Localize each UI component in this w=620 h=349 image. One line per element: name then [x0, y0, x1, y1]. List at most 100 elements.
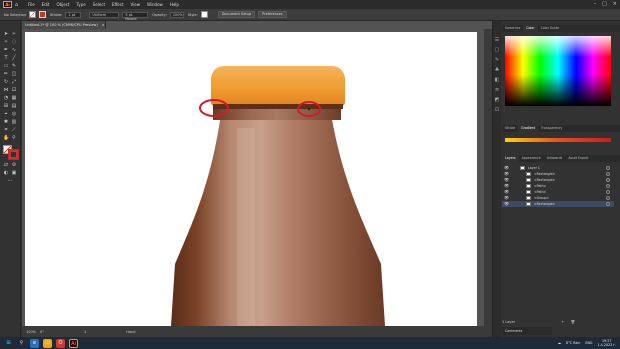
- brush-dropdown[interactable]: 5 pt. Round: [122, 11, 149, 21]
- rectangle-tool-icon[interactable]: ▭: [3, 63, 9, 69]
- paintbrush-icon[interactable]: ✎: [11, 63, 17, 69]
- more-tools-icon[interactable]: ⋯: [7, 178, 13, 184]
- pathfinder-icon[interactable]: ◩: [494, 97, 500, 103]
- screen-mode-icon[interactable]: ▣: [11, 170, 17, 176]
- tab-layers[interactable]: Layers: [502, 155, 519, 162]
- edge-icon[interactable]: e: [30, 338, 39, 348]
- illustrator-taskbar-icon[interactable]: Ai: [69, 338, 78, 348]
- file-explorer-icon[interactable]: ▭: [43, 338, 52, 348]
- minimize-icon[interactable]: –: [594, 1, 597, 7]
- clock[interactable]: 19:57 1.4.2023 г.: [597, 339, 616, 347]
- draw-mode-icon[interactable]: ◐: [3, 170, 9, 176]
- swap-colors-icon[interactable]: ⇄: [3, 162, 9, 168]
- menu-file[interactable]: File: [28, 2, 35, 7]
- blend-tool-icon[interactable]: ◎: [11, 111, 17, 117]
- home-icon[interactable]: ⌂: [15, 2, 22, 8]
- tab-close-icon[interactable]: ×: [102, 23, 105, 27]
- zoom-level[interactable]: 100%: [26, 330, 36, 334]
- fill-swatch[interactable]: [29, 11, 37, 18]
- mesh-tool-icon[interactable]: ⊞: [3, 103, 9, 109]
- tab-stroke[interactable]: Stroke: [502, 125, 518, 132]
- slice-tool-icon[interactable]: ⟋: [11, 127, 17, 133]
- eraser-icon[interactable]: ◫: [11, 71, 17, 77]
- none-color-icon[interactable]: ⊘: [11, 162, 17, 168]
- perspective-grid-icon[interactable]: ▦: [11, 95, 17, 101]
- brushes-icon[interactable]: ✎: [494, 57, 500, 63]
- opera-icon[interactable]: O: [56, 338, 65, 348]
- comments-tab[interactable]: Comments: [502, 327, 552, 335]
- variable-width-dropdown[interactable]: Uniform: [89, 11, 120, 18]
- line-tool-icon[interactable]: ╱: [11, 55, 17, 61]
- direct-selection-tool-icon[interactable]: ➢: [11, 31, 17, 37]
- menu-type[interactable]: Type: [76, 2, 85, 7]
- artboard-canvas[interactable]: [25, 32, 477, 326]
- gradient-slider[interactable]: [505, 138, 611, 142]
- close-icon[interactable]: ×: [613, 1, 617, 7]
- artboard-tool-icon[interactable]: ⌗: [3, 127, 9, 133]
- transform-icon[interactable]: ⊡: [494, 107, 500, 113]
- menu-window[interactable]: Window: [147, 2, 163, 7]
- preferences-button[interactable]: Preferences: [258, 11, 287, 18]
- menu-edit[interactable]: Edit: [42, 2, 50, 7]
- selection-tool-icon[interactable]: ➤: [3, 31, 9, 37]
- target-icon[interactable]: [606, 184, 610, 188]
- hand-tool-icon[interactable]: ✋: [3, 135, 9, 141]
- libraries-icon[interactable]: ▢: [494, 47, 500, 53]
- rotation-value[interactable]: 0°: [40, 330, 44, 334]
- menu-effect[interactable]: Effect: [112, 2, 124, 7]
- target-icon[interactable]: [606, 190, 610, 194]
- menu-help[interactable]: Help: [170, 2, 179, 7]
- tab-gradient[interactable]: Gradient: [518, 125, 539, 132]
- target-icon[interactable]: [606, 202, 610, 206]
- menu-select[interactable]: Select: [93, 2, 105, 7]
- tab-appearance[interactable]: Appearance: [519, 155, 544, 162]
- rotate-icon[interactable]: ↻: [3, 79, 9, 85]
- start-icon[interactable]: ⊞: [4, 338, 13, 348]
- align-icon[interactable]: ≡: [494, 87, 500, 93]
- graphic-styles-icon[interactable]: ◧: [494, 77, 500, 83]
- tab-transparency[interactable]: Transparency: [538, 125, 565, 132]
- layer-row-selected[interactable]: 👁 <Rectangle>: [502, 201, 614, 207]
- menu-view[interactable]: View: [131, 2, 141, 7]
- document-tab[interactable]: Untitled-1* @ 100 % (CMYK/CPU Preview) ×: [22, 21, 106, 29]
- tab-color-guide[interactable]: Color Guide: [538, 25, 563, 32]
- graph-tool-icon[interactable]: ▥: [11, 119, 17, 125]
- opacity-field[interactable]: 100%: [169, 11, 184, 18]
- pencil-icon[interactable]: ✏: [3, 71, 9, 77]
- magic-wand-icon[interactable]: ✧: [3, 39, 9, 45]
- zoom-tool-icon[interactable]: ⚲: [11, 135, 17, 141]
- stroke-color-icon[interactable]: [8, 149, 19, 160]
- weather-icon[interactable]: ☁: [558, 341, 561, 345]
- lasso-icon[interactable]: ◌: [11, 39, 17, 45]
- color-spectrum[interactable]: [505, 36, 611, 106]
- stroke-swatch[interactable]: [39, 11, 47, 18]
- tab-asset-export[interactable]: Asset Export: [565, 155, 591, 162]
- free-transform-icon[interactable]: ⊡: [11, 87, 17, 93]
- symbols-icon[interactable]: ♣: [494, 67, 500, 73]
- properties-icon[interactable]: ☰: [494, 37, 500, 43]
- new-layer-icon[interactable]: ＋: [561, 320, 565, 325]
- eyedropper-icon[interactable]: ⌖: [3, 111, 9, 117]
- stroke-weight-field[interactable]: 1 pt: [65, 11, 82, 18]
- tab-artboards[interactable]: Artboards: [544, 155, 566, 162]
- tab-swatches[interactable]: Swatches: [502, 25, 523, 32]
- delete-layer-icon[interactable]: 🗑: [571, 320, 575, 324]
- menu-object[interactable]: Object: [56, 2, 69, 7]
- width-tool-icon[interactable]: ⋈: [3, 87, 9, 93]
- pen-tool-icon[interactable]: ✒: [3, 47, 9, 53]
- symbol-sprayer-icon[interactable]: ✱: [3, 119, 9, 125]
- search-icon[interactable]: ⚲: [17, 339, 26, 348]
- maximize-icon[interactable]: □: [602, 1, 607, 7]
- artboard-navigation[interactable]: 1: [84, 330, 86, 334]
- vertical-scrollbar[interactable]: [484, 29, 492, 326]
- target-icon[interactable]: [606, 166, 610, 170]
- type-tool-icon[interactable]: T: [3, 55, 9, 61]
- language-indicator[interactable]: ENG: [585, 341, 592, 345]
- target-icon[interactable]: [606, 178, 610, 182]
- gradient-tool-icon[interactable]: ▤: [11, 103, 17, 109]
- scale-icon[interactable]: ⤢: [11, 79, 17, 85]
- tab-color[interactable]: Color: [523, 25, 538, 32]
- document-setup-button[interactable]: Document Setup: [217, 11, 256, 18]
- curvature-tool-icon[interactable]: ∿: [11, 47, 17, 53]
- target-icon[interactable]: [606, 172, 610, 176]
